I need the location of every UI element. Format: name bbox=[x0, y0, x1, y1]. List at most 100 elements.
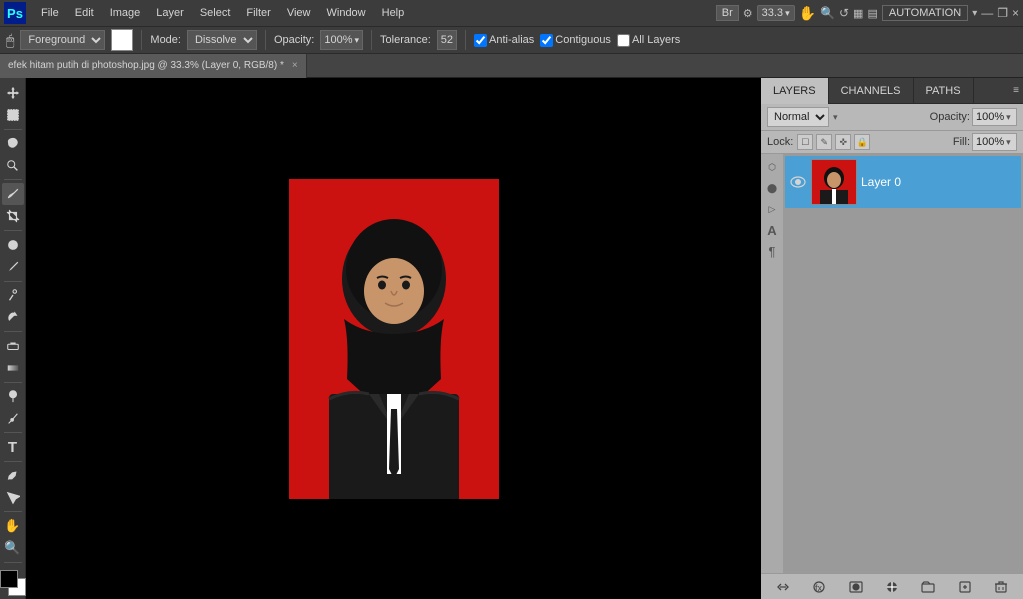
dodge-tool[interactable] bbox=[2, 386, 24, 407]
marquee-tool[interactable] bbox=[2, 104, 24, 125]
contiguous-option[interactable]: Contiguous bbox=[540, 34, 611, 47]
mode-dropdown[interactable]: Dissolve bbox=[187, 30, 257, 50]
lock-transparent-button[interactable]: ☐ bbox=[797, 134, 813, 150]
menu-select[interactable]: Select bbox=[193, 5, 238, 21]
menu-window[interactable]: Window bbox=[320, 5, 373, 21]
patch-tool[interactable] bbox=[2, 234, 24, 255]
history-brush-tool[interactable] bbox=[2, 307, 24, 328]
foreground-color-swatch[interactable] bbox=[111, 29, 133, 51]
path-selection-tool[interactable] bbox=[2, 465, 24, 486]
fill-value-input[interactable]: 100% ▾ bbox=[972, 133, 1017, 151]
eyedropper-icon[interactable]: 🖱 bbox=[6, 32, 14, 49]
layers-list: Layer 0 bbox=[783, 154, 1023, 573]
layer-item-0[interactable]: Layer 0 bbox=[785, 156, 1021, 208]
close-window-button[interactable]: × bbox=[1012, 6, 1019, 20]
canvas-background bbox=[26, 78, 761, 599]
new-adjustment-button[interactable] bbox=[882, 577, 902, 597]
eyedropper-tool[interactable] bbox=[2, 183, 24, 204]
paragraph-icon[interactable]: ¶ bbox=[763, 242, 781, 260]
tolerance-input[interactable]: 52 bbox=[437, 30, 457, 50]
rotate-tool[interactable]: ↺ bbox=[839, 6, 849, 20]
photo-canvas bbox=[289, 179, 499, 499]
right-panel: LAYERS CHANNELS PATHS ≡ Normal ▾ Opacity… bbox=[761, 78, 1023, 599]
crop-tool[interactable] bbox=[2, 206, 24, 227]
menu-bar: Ps File Edit Image Layer Select Filter V… bbox=[0, 0, 1023, 26]
toolbar-sep-3 bbox=[4, 230, 22, 231]
layout-options[interactable]: ▦ bbox=[853, 7, 863, 20]
tab-close-button[interactable]: × bbox=[292, 60, 298, 71]
eraser-tool[interactable] bbox=[2, 335, 24, 356]
menu-filter[interactable]: Filter bbox=[239, 5, 277, 21]
anti-alias-option[interactable]: Anti-alias bbox=[474, 34, 534, 47]
lock-position-button[interactable]: ✜ bbox=[835, 134, 851, 150]
color-swatches[interactable] bbox=[0, 570, 26, 595]
new-layer-button[interactable] bbox=[955, 577, 975, 597]
menu-image[interactable]: Image bbox=[103, 5, 148, 21]
toolbar-sep-6 bbox=[4, 382, 22, 383]
opacity-input[interactable]: 100% ▾ bbox=[320, 30, 363, 50]
lasso-tool[interactable] bbox=[2, 133, 24, 154]
view-options[interactable]: ▤ bbox=[867, 7, 877, 20]
toolbar-sep-10 bbox=[4, 562, 22, 563]
menu-edit[interactable]: Edit bbox=[68, 5, 101, 21]
lock-all-button[interactable]: 🔒 bbox=[854, 134, 870, 150]
pen-tool[interactable] bbox=[2, 408, 24, 429]
move-tool[interactable] bbox=[2, 82, 24, 103]
fill-label: Fill: bbox=[953, 136, 970, 148]
maximize-button[interactable]: ❐ bbox=[997, 6, 1008, 20]
canvas-image bbox=[289, 179, 499, 499]
panel-tab-options: ≡ bbox=[1013, 78, 1023, 103]
menu-layer[interactable]: Layer bbox=[149, 5, 191, 21]
link-layers-button[interactable] bbox=[773, 577, 793, 597]
layer-visibility-toggle[interactable] bbox=[789, 173, 807, 191]
layer-mask-icon[interactable]: ⬤ bbox=[763, 179, 781, 197]
bridge-button[interactable]: Br bbox=[716, 5, 739, 21]
zoom-tool-left[interactable]: 🔍 bbox=[2, 538, 24, 559]
lock-image-button[interactable]: ✎ bbox=[816, 134, 832, 150]
new-group-button[interactable] bbox=[918, 577, 938, 597]
document-tab[interactable]: efek hitam putih di photoshop.jpg @ 33.3… bbox=[0, 54, 307, 78]
zoom-control[interactable]: 33.3 ▾ bbox=[757, 5, 795, 21]
brush-tool[interactable] bbox=[2, 256, 24, 277]
tool-selector[interactable]: Foreground bbox=[20, 30, 105, 50]
toolbar-sep-1 bbox=[4, 129, 22, 130]
layer-effects-button[interactable]: fx bbox=[809, 577, 829, 597]
direct-selection-tool[interactable] bbox=[2, 487, 24, 508]
minimize-button[interactable]: — bbox=[981, 6, 993, 20]
tab-channels[interactable]: CHANNELS bbox=[829, 78, 914, 104]
delete-layer-button[interactable] bbox=[991, 577, 1011, 597]
add-mask-button[interactable] bbox=[846, 577, 866, 597]
lock-icons: ☐ ✎ ✜ 🔒 bbox=[797, 134, 870, 150]
tab-paths[interactable]: PATHS bbox=[914, 78, 974, 104]
hand-tool[interactable]: ✋ bbox=[799, 5, 816, 22]
menu-help[interactable]: Help bbox=[375, 5, 412, 21]
gradient-tool[interactable] bbox=[2, 357, 24, 378]
zoom-tool[interactable]: 🔍 bbox=[820, 6, 835, 20]
divider-4 bbox=[465, 30, 466, 50]
opacity-value-input[interactable]: 100% ▾ bbox=[972, 108, 1017, 126]
tolerance-label: Tolerance: bbox=[380, 34, 431, 46]
clone-stamp-tool[interactable] bbox=[2, 285, 24, 306]
tab-layers[interactable]: LAYERS bbox=[761, 78, 829, 104]
opacity-control: Opacity: 100% ▾ bbox=[930, 108, 1017, 126]
blend-dropdown-arrow: ▾ bbox=[833, 112, 838, 123]
panel-footer: fx bbox=[761, 573, 1023, 599]
hand-tool-left[interactable]: ✋ bbox=[2, 515, 24, 536]
text-icon[interactable]: A bbox=[763, 221, 781, 239]
tool-dropdown[interactable]: Foreground bbox=[20, 30, 105, 50]
automation-button[interactable]: AUTOMATION bbox=[882, 5, 968, 21]
panel-options-icon[interactable]: ≡ bbox=[1013, 85, 1019, 96]
text-tool[interactable]: T bbox=[2, 436, 24, 457]
toolbar-sep-9 bbox=[4, 511, 22, 512]
blend-mode-dropdown[interactable]: Normal bbox=[767, 107, 829, 127]
layer-name-0: Layer 0 bbox=[861, 175, 901, 189]
layers-area: ⬡ ⬤ ▷ A ¶ bbox=[761, 154, 1023, 573]
menu-file[interactable]: File bbox=[34, 5, 66, 21]
all-layers-option[interactable]: All Layers bbox=[617, 34, 680, 47]
menu-view[interactable]: View bbox=[280, 5, 318, 21]
layer-effects-icon[interactable]: ⬡ bbox=[763, 158, 781, 176]
divider-2 bbox=[265, 30, 266, 50]
quick-select-tool[interactable] bbox=[2, 155, 24, 176]
foreground-color[interactable] bbox=[0, 570, 18, 588]
vector-mask-icon[interactable]: ▷ bbox=[763, 200, 781, 218]
